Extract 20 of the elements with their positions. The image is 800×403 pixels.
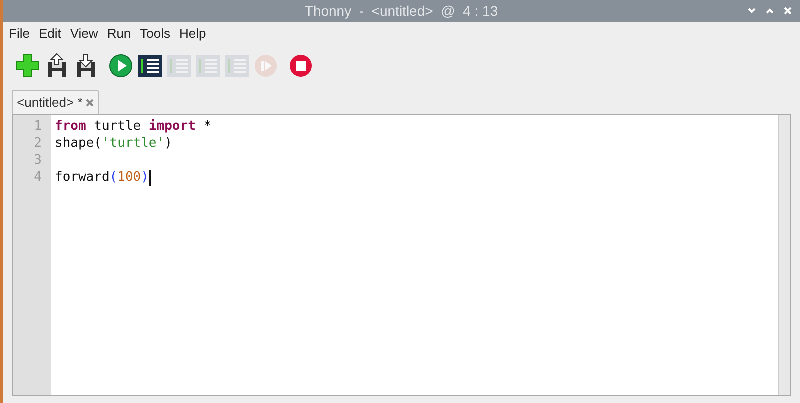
menu-item[interactable]: File (9, 24, 30, 44)
close-icon[interactable] (782, 5, 794, 17)
window-title: Thonny - <untitled> @ 4 : 13 (304, 2, 498, 21)
code-line: from turtle import * (55, 118, 212, 135)
line-number: 3 (34, 152, 42, 169)
menu-item[interactable]: Run (107, 24, 132, 44)
line-number: 2 (34, 135, 42, 152)
code-editor[interactable]: 1 2 3 4 from turtle import * shape('turtle') forward(100) (12, 114, 791, 396)
editor-tab[interactable]: <untitled> * (12, 90, 99, 114)
tab-label: <untitled> * (17, 94, 83, 112)
line-number: 4 (34, 169, 42, 186)
line-number: 1 (34, 118, 42, 135)
menu-item[interactable]: View (70, 24, 98, 44)
code-line: forward(100) (55, 169, 149, 186)
menu-item[interactable]: Help (180, 24, 206, 44)
menu-item[interactable]: Tools (140, 24, 171, 44)
scrollbar[interactable] (778, 115, 790, 395)
code-line: shape('turtle') (55, 135, 172, 152)
menu-item[interactable]: Edit (38, 24, 62, 44)
close-icon[interactable] (86, 98, 94, 106)
